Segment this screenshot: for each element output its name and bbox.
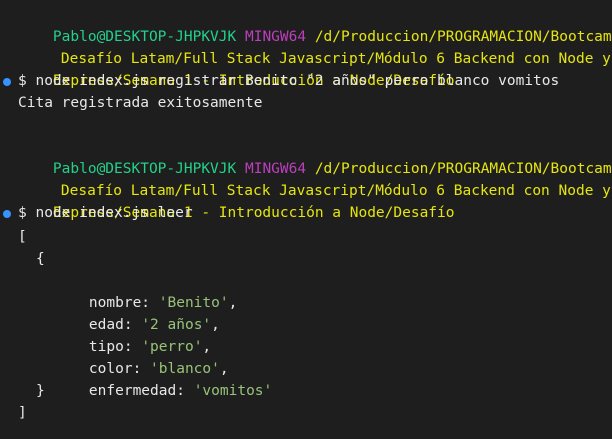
prompt-line-1: Pablo@DESKTOP-JHPKVJK MINGW64 /d/Producc…: [18, 4, 612, 45]
command-line-1: $ node index.js registrar Benito "2 años…: [18, 73, 560, 89]
command-output-1: Cita registrada exitosamente: [18, 95, 263, 111]
output-close-bracket: ]: [18, 405, 27, 421]
command-status-dot-icon: [3, 78, 11, 86]
output-open-bracket: [: [18, 229, 27, 245]
prompt-line-2: Pablo@DESKTOP-JHPKVJK MINGW64 /d/Producc…: [18, 136, 612, 177]
prompt-path-continued: Express/Semana 1 - Introducción a Node/D…: [18, 180, 455, 221]
prompt-path-continued: Express/Semana 1 - Introducción a Node/D…: [18, 48, 455, 89]
output-close-brace: }: [36, 383, 45, 399]
output-open-brace: {: [36, 251, 45, 267]
command-line-2: $ node index.js leer: [18, 205, 193, 221]
field-key: enfermedad:: [88, 383, 194, 399]
terminal-output[interactable]: Pablo@DESKTOP-JHPKVJK MINGW64 /d/Producc…: [0, 0, 612, 439]
field-suffix: ,: [228, 295, 238, 311]
output-field: edad: '2 años',: [18, 292, 220, 333]
output-field: enfermedad: 'vomitos': [18, 358, 272, 399]
command-status-dot-icon: [3, 210, 11, 218]
output-field: tipo: 'perro',: [18, 314, 211, 355]
prompt-path-continued: Desafío Latam/Full Stack Javascript/Módu…: [26, 158, 611, 199]
field-value: 'vomitos': [193, 383, 273, 399]
prompt-path-continued: Desafío Latam/Full Stack Javascript/Módu…: [26, 26, 611, 67]
field-suffix: ,: [211, 317, 220, 333]
output-field: nombre: 'Benito',: [18, 270, 237, 311]
output-field: color: 'blanco',: [18, 336, 229, 377]
